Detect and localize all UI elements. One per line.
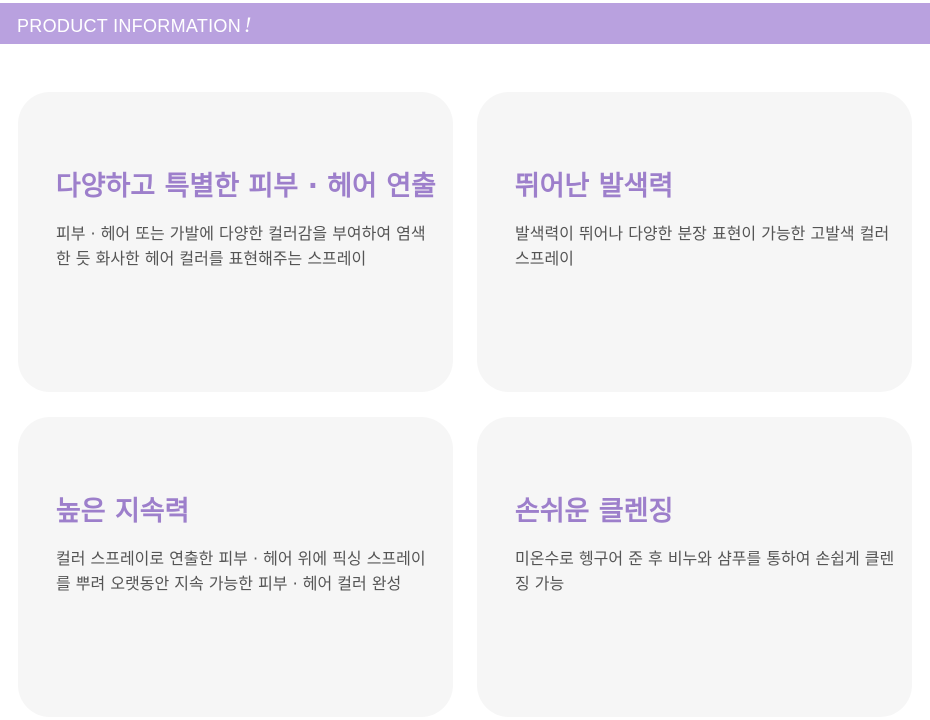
section-title-text: PRODUCT INFORMATION <box>17 16 242 36</box>
feature-card: 손쉬운 클렌징 미온수로 헹구어 준 후 비누와 샴푸를 통하여 손쉽게 클렌징… <box>477 417 912 717</box>
section-header: PRODUCT INFORMATION! <box>0 3 930 44</box>
feature-card-description: 미온수로 헹구어 준 후 비누와 샴푸를 통하여 손쉽게 클렌징 가능 <box>515 549 895 593</box>
feature-card-description: 피부 · 헤어 또는 가발에 다양한 컬러감을 부여하여 염색 한 듯 화사한 … <box>56 224 426 268</box>
feature-card: 다양하고 특별한 피부 · 헤어 연출 피부 · 헤어 또는 가발에 다양한 컬… <box>18 92 453 392</box>
feature-card: 뛰어난 발색력 발색력이 뛰어나 다양한 분장 표현이 가능한 고발색 컬러 스… <box>477 92 912 392</box>
section-title-exclamation: ! <box>244 12 252 37</box>
feature-card-description: 발색력이 뛰어나 다양한 분장 표현이 가능한 고발색 컬러 스프레이 <box>515 224 890 268</box>
feature-card: 높은 지속력 컬러 스프레이로 연출한 피부 · 헤어 위에 픽싱 스프레이를 … <box>18 417 453 717</box>
feature-card-title: 높은 지속력 <box>56 496 190 527</box>
section-title: PRODUCT INFORMATION! <box>17 14 252 37</box>
feature-card-title: 손쉬운 클렌징 <box>515 496 674 527</box>
feature-card-title: 다양하고 특별한 피부 · 헤어 연출 <box>56 171 437 202</box>
feature-card-title: 뛰어난 발색력 <box>515 171 674 202</box>
feature-card-description: 컬러 스프레이로 연출한 피부 · 헤어 위에 픽싱 스프레이를 뿌려 오랫동안… <box>56 549 426 593</box>
